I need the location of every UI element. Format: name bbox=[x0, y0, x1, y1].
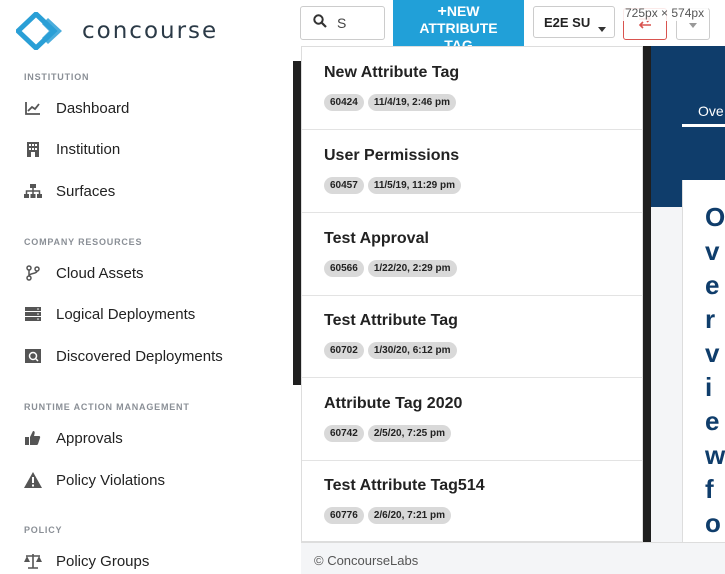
server-icon bbox=[24, 305, 42, 323]
sidebar-item-label: Approvals bbox=[56, 429, 123, 447]
sidebar-item-label: Policy Groups bbox=[56, 552, 150, 570]
attribute-tag-dropdown: New Attribute Tag 60424 11/4/19, 2:46 pm… bbox=[301, 46, 643, 542]
tag-badges: 60742 2/5/20, 7:25 pm bbox=[324, 425, 455, 442]
dropdown-item[interactable]: Attribute Tag 2020 60742 2/5/20, 7:25 pm bbox=[302, 378, 642, 461]
new-tag-label-line1: NEW bbox=[446, 3, 480, 19]
overview-heading: Overview for bbox=[705, 202, 725, 572]
logo-icon bbox=[16, 12, 62, 50]
sidebar-item-surfaces[interactable]: Surfaces bbox=[24, 179, 115, 203]
dropdown-item[interactable]: User Permissions 60457 11/5/19, 11:29 pm bbox=[302, 130, 642, 213]
sidebar-item-cloud-assets[interactable]: Cloud Assets bbox=[24, 261, 144, 285]
sidebar-item-label: Cloud Assets bbox=[56, 264, 144, 282]
dropdown-item[interactable]: Test Approval 60566 1/22/20, 2:29 pm bbox=[302, 213, 642, 296]
tab-overview[interactable]: Ove bbox=[698, 103, 724, 119]
tab-active-indicator bbox=[682, 124, 725, 127]
sidebar-item-dashboard[interactable]: Dashboard bbox=[24, 96, 129, 120]
scan-icon bbox=[24, 347, 42, 365]
section-title-policy: POLICY bbox=[24, 525, 63, 535]
search-box[interactable] bbox=[300, 6, 387, 40]
copyright-text: © ConcourseLabs bbox=[314, 553, 419, 568]
tag-title: User Permissions bbox=[324, 147, 460, 164]
section-title-runtime-action-management: RUNTIME ACTION MANAGEMENT bbox=[24, 402, 190, 412]
new-tag-label-line2: ATTRIBUTE bbox=[419, 20, 498, 36]
sidebar-item-logical-deployments[interactable]: Logical Deployments bbox=[24, 302, 195, 326]
tag-date-badge: 11/5/19, 11:29 pm bbox=[367, 177, 461, 194]
sidebar-item-policy-groups[interactable]: Policy Groups bbox=[24, 549, 149, 573]
sidebar-item-label: Institution bbox=[56, 140, 121, 158]
dropdown-item[interactable]: Test Attribute Tag 60702 1/30/20, 6:12 p… bbox=[302, 295, 642, 378]
tag-id-badge: 60742 bbox=[324, 425, 364, 442]
search-input[interactable] bbox=[337, 15, 387, 31]
overview-card: Overview for bbox=[682, 180, 725, 574]
warning-icon bbox=[24, 471, 42, 489]
branch-icon bbox=[24, 264, 42, 282]
thumbs-up-icon bbox=[24, 429, 42, 447]
tag-id-badge: 60702 bbox=[324, 342, 364, 359]
sidebar-item-label: Discovered Deployments bbox=[56, 347, 223, 365]
dimension-overlay: 725px × 574px bbox=[621, 5, 709, 21]
tag-title: Test Attribute Tag514 bbox=[324, 477, 485, 494]
tag-title: Test Approval bbox=[324, 230, 429, 247]
sidebar-item-policy-violations[interactable]: Policy Violations bbox=[24, 468, 165, 492]
sidebar-item-label: Surfaces bbox=[56, 182, 116, 200]
tag-id-badge: 60566 bbox=[324, 260, 364, 277]
brand-name: concourse bbox=[82, 18, 219, 44]
building-icon bbox=[24, 140, 42, 158]
dropdown-item[interactable]: New Attribute Tag 60424 11/4/19, 2:46 pm bbox=[302, 47, 642, 130]
tag-badges: 60424 11/4/19, 2:46 pm bbox=[324, 94, 460, 111]
tag-badges: 60457 11/5/19, 11:29 pm bbox=[324, 177, 465, 194]
tag-date-badge: 2/6/20, 7:21 pm bbox=[367, 507, 451, 524]
tag-title: Test Attribute Tag bbox=[324, 312, 458, 329]
tag-title: New Attribute Tag bbox=[324, 64, 460, 81]
scale-icon bbox=[24, 552, 42, 570]
tag-date-badge: 1/30/20, 6:12 pm bbox=[367, 342, 457, 359]
tag-date-badge: 2/5/20, 7:25 pm bbox=[367, 425, 451, 442]
sidebar: concourse INSTITUTION Dashboard Institut… bbox=[0, 0, 300, 574]
main-background bbox=[651, 207, 682, 574]
tag-badges: 60702 1/30/20, 6:12 pm bbox=[324, 342, 461, 359]
section-title-company-resources: COMPANY RESOURCES bbox=[24, 237, 143, 247]
tag-date-badge: 1/22/20, 2:29 pm bbox=[367, 260, 457, 277]
environment-select[interactable]: E2E SU bbox=[533, 6, 615, 38]
tag-id-badge: 60457 bbox=[324, 177, 364, 194]
sidebar-item-approvals[interactable]: Approvals bbox=[24, 426, 123, 450]
logo[interactable]: concourse bbox=[16, 12, 218, 50]
panel-edge bbox=[293, 61, 301, 385]
sidebar-item-label: Logical Deployments bbox=[56, 305, 196, 323]
sidebar-item-discovered-deployments[interactable]: Discovered Deployments bbox=[24, 344, 223, 368]
app-root: concourse INSTITUTION Dashboard Institut… bbox=[0, 0, 725, 574]
tag-id-badge: 60776 bbox=[324, 507, 364, 524]
plus-icon: + bbox=[437, 3, 447, 20]
tag-badges: 60776 2/6/20, 7:21 pm bbox=[324, 507, 455, 524]
section-title-institution: INSTITUTION bbox=[24, 72, 90, 82]
environment-value: E2E SU bbox=[544, 14, 591, 30]
sidebar-item-label: Policy Violations bbox=[56, 471, 165, 489]
dropdown-edge bbox=[643, 46, 651, 546]
chart-icon bbox=[24, 99, 42, 117]
dropdown-item[interactable]: Test Attribute Tag514 60776 2/6/20, 7:21… bbox=[302, 460, 642, 541]
tag-badges: 60566 1/22/20, 2:29 pm bbox=[324, 260, 461, 277]
sitemap-icon bbox=[24, 182, 42, 200]
tag-title: Attribute Tag 2020 bbox=[324, 395, 463, 412]
chevron-down-icon bbox=[598, 20, 606, 35]
sidebar-item-institution[interactable]: Institution bbox=[24, 137, 120, 161]
tag-date-badge: 11/4/19, 2:46 pm bbox=[367, 94, 456, 111]
sidebar-item-label: Dashboard bbox=[56, 99, 130, 117]
tag-id-badge: 60424 bbox=[324, 94, 364, 111]
search-icon bbox=[313, 13, 327, 33]
footer: © ConcourseLabs bbox=[301, 542, 725, 574]
